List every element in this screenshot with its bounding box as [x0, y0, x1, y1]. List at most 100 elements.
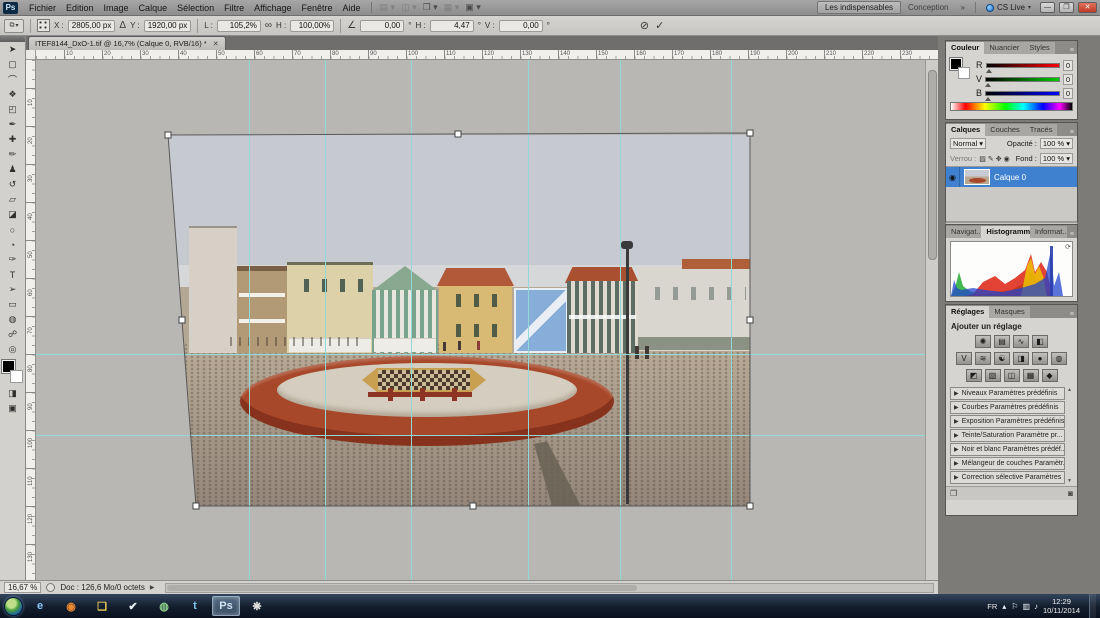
- relative-position-toggle[interactable]: Δ: [119, 20, 126, 31]
- h-skew-input[interactable]: 4,47: [430, 20, 474, 32]
- preset-row[interactable]: ▶Correction sélective Paramètres ...: [950, 471, 1065, 484]
- taskbar-photo-app[interactable]: ❋: [243, 596, 271, 616]
- vertical-scrollbar[interactable]: [925, 60, 938, 580]
- cs-live-button[interactable]: CS Live▾: [981, 3, 1036, 12]
- taskbar-media-player[interactable]: ◉: [57, 596, 85, 616]
- preset-row[interactable]: ▶Noir et blanc Paramètres prédéf...: [950, 443, 1065, 456]
- view-extras-icon[interactable]: ◫ ▾: [398, 2, 420, 13]
- preset-row[interactable]: ▶Courbes Paramètres prédéfinis: [950, 401, 1065, 414]
- width-input[interactable]: 105,2%: [217, 20, 261, 32]
- gradient-map-icon[interactable]: ▦: [1023, 369, 1039, 382]
- blend-mode-select[interactable]: Normal ▾: [950, 138, 986, 149]
- cancel-transform-button[interactable]: ⊘: [640, 19, 649, 32]
- commit-transform-button[interactable]: ✓: [655, 19, 664, 32]
- show-desktop-button[interactable]: [1089, 594, 1096, 618]
- tab-histogramme[interactable]: Histogramme: [981, 226, 1029, 238]
- minimize-button[interactable]: —: [1040, 2, 1055, 13]
- tab-styles[interactable]: Styles: [1024, 42, 1054, 54]
- disclosure-triangle-icon[interactable]: ▶: [954, 404, 959, 411]
- disclosure-triangle-icon[interactable]: ▶: [954, 432, 959, 439]
- horizontal-ruler[interactable]: 1020304050607080901001101201301401501601…: [36, 50, 938, 60]
- panel-options-icon[interactable]: ◙: [1068, 489, 1073, 498]
- brightness-contrast-icon[interactable]: ✺: [975, 335, 991, 348]
- hue-saturation-icon[interactable]: ≋: [975, 352, 991, 365]
- panel-menu-icon[interactable]: ≡: [1067, 311, 1077, 318]
- switch-panel-view-icon[interactable]: ❒: [950, 489, 957, 498]
- eyedropper-tool[interactable]: ✒: [2, 117, 24, 132]
- lasso-tool[interactable]: ⌒: [2, 72, 24, 87]
- opacity-input[interactable]: 100 % ▾: [1040, 138, 1073, 149]
- path-selection-tool[interactable]: ➢: [2, 282, 24, 297]
- menu-fichier[interactable]: Fichier: [24, 3, 61, 13]
- transform-controls[interactable]: [36, 60, 925, 580]
- levels-icon[interactable]: ▤: [994, 335, 1010, 348]
- quick-selection-tool[interactable]: ❖: [2, 87, 24, 102]
- tab-tracs[interactable]: Tracés: [1025, 124, 1058, 136]
- channel-mixer-icon[interactable]: ◍: [1051, 352, 1067, 365]
- type-tool[interactable]: T: [2, 267, 24, 282]
- menu-sélection[interactable]: Sélection: [172, 3, 219, 13]
- preset-row[interactable]: ▶Exposition Paramètres prédéfinis: [950, 415, 1065, 428]
- quick-mask-button[interactable]: ◨: [2, 386, 24, 401]
- tab-masques[interactable]: Masques: [989, 306, 1029, 318]
- preset-row[interactable]: ▶Niveaux Paramètres prédéfinis: [950, 387, 1065, 400]
- eraser-tool[interactable]: ▱: [2, 192, 24, 207]
- maintain-aspect-ratio-icon[interactable]: ∞: [265, 20, 272, 31]
- zoom-level-icon[interactable]: ▦ ▾: [441, 2, 463, 13]
- menu-fenêtre[interactable]: Fenêtre: [297, 3, 338, 13]
- slider-value[interactable]: 0: [1063, 88, 1073, 99]
- tab-rglages[interactable]: Réglages: [946, 306, 989, 318]
- document-tab[interactable]: ITEF8144_DxO-1.tif @ 16,7% (Calque 0, RV…: [28, 36, 226, 50]
- black-white-icon[interactable]: ◨: [1013, 352, 1029, 365]
- hand-tool[interactable]: ☍: [2, 327, 24, 342]
- exposure-icon[interactable]: ◧: [1032, 335, 1048, 348]
- taskbar-twitter[interactable]: t: [181, 596, 209, 616]
- invert-icon[interactable]: ◩: [966, 369, 982, 382]
- slider-track[interactable]: [985, 91, 1060, 96]
- panel-menu-icon[interactable]: ≡: [1067, 231, 1077, 238]
- tab-couches[interactable]: Couches: [985, 124, 1025, 136]
- layer-row[interactable]: ◉ Calque 0: [946, 167, 1077, 187]
- history-brush-tool[interactable]: ↺: [2, 177, 24, 192]
- vertical-ruler[interactable]: 102030405060708090100110120130: [26, 60, 36, 580]
- tab-couleur[interactable]: Couleur: [946, 42, 984, 54]
- background-color-swatch[interactable]: [958, 67, 970, 79]
- panel-menu-icon[interactable]: ≡: [1067, 129, 1077, 136]
- menu-edition[interactable]: Edition: [61, 3, 99, 13]
- slider-thumb[interactable]: [986, 69, 992, 73]
- taskbar-photoshop[interactable]: Ps: [212, 596, 240, 616]
- zoom-tool[interactable]: ◎: [2, 342, 24, 357]
- move-tool[interactable]: ➤: [2, 42, 24, 57]
- background-color-swatch[interactable]: [10, 370, 23, 383]
- disclosure-triangle-icon[interactable]: ▶: [954, 446, 959, 453]
- slider-value[interactable]: 0: [1063, 60, 1073, 71]
- taskbar-clock[interactable]: 12:29 10/11/2014: [1043, 597, 1084, 615]
- lock-all-icon[interactable]: ◉: [1004, 155, 1010, 163]
- disclosure-triangle-icon[interactable]: ▶: [954, 418, 959, 425]
- arrange-documents-icon[interactable]: ❐ ▾: [420, 2, 441, 13]
- y-input[interactable]: 1920,00 px: [144, 20, 192, 32]
- disclosure-triangle-icon[interactable]: ▶: [954, 390, 959, 397]
- screen-mode-button[interactable]: ▣: [2, 401, 24, 416]
- menu-calque[interactable]: Calque: [134, 3, 173, 13]
- taskbar-chrome[interactable]: ◍: [150, 596, 178, 616]
- menu-filtre[interactable]: Filtre: [219, 3, 249, 13]
- horizontal-scrollbar[interactable]: [165, 583, 934, 593]
- slider-track[interactable]: [985, 77, 1060, 82]
- scrollbar-thumb[interactable]: [167, 585, 637, 591]
- menu-aide[interactable]: Aide: [338, 3, 366, 13]
- crop-tool[interactable]: ◰: [2, 102, 24, 117]
- color-balance-icon[interactable]: ☯: [994, 352, 1010, 365]
- selective-color-icon[interactable]: ◆: [1042, 369, 1058, 382]
- screen-mode-icon[interactable]: ▣ ▾: [462, 2, 484, 13]
- layer-visibility-eye-icon[interactable]: ◉: [946, 167, 960, 187]
- menu-affichage[interactable]: Affichage: [249, 3, 296, 13]
- reference-point-locator[interactable]: [37, 19, 50, 32]
- taskbar-internet-explorer[interactable]: e: [26, 596, 54, 616]
- preset-row[interactable]: ▶Mélangeur de couches Paramètr...: [950, 457, 1065, 470]
- panel-menu-icon[interactable]: ≡: [1067, 47, 1077, 54]
- rotation-input[interactable]: 0,00: [360, 20, 404, 32]
- launch-bridge-icon[interactable]: ▤ ▾: [377, 2, 399, 13]
- action-center-icon[interactable]: ⚐: [1011, 602, 1018, 611]
- close-document-icon[interactable]: ✕: [213, 40, 219, 48]
